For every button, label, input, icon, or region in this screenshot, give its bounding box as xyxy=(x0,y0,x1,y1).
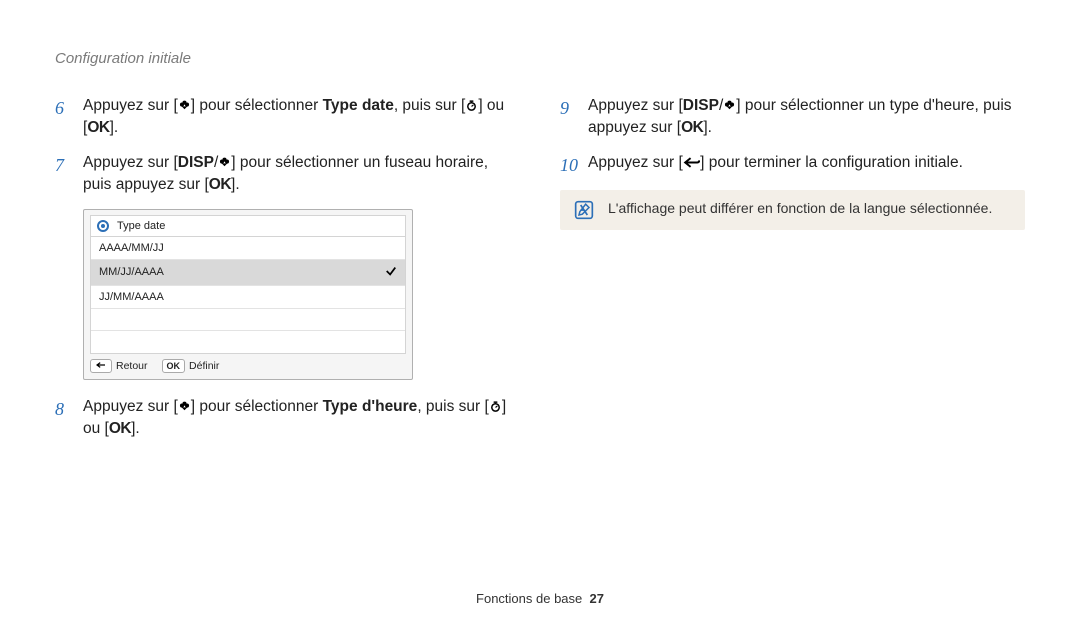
check-icon xyxy=(385,265,397,280)
timer-icon xyxy=(489,400,502,414)
disp-icon: DISP xyxy=(178,154,214,171)
step-text: Appuyez sur [DISP/] pour sélectionner un… xyxy=(83,152,520,197)
step-text: Appuyez sur [] pour sélectionner Type da… xyxy=(83,95,520,140)
step-text: Appuyez sur [] pour sélectionner Type d'… xyxy=(83,396,520,441)
right-column: 9 Appuyez sur [DISP/] pour sélectionner … xyxy=(560,95,1025,453)
left-column: 6 Appuyez sur [] pour sélectionner Type … xyxy=(55,95,520,453)
gear-icon xyxy=(97,220,109,232)
page-footer: Fonctions de base 27 xyxy=(0,591,1080,606)
ok-icon: OK xyxy=(109,420,131,437)
disp-icon: DISP xyxy=(683,97,719,114)
note-text: L'affichage peut différer en fonction de… xyxy=(608,200,992,216)
flower-down-icon xyxy=(218,156,231,170)
flower-down-icon xyxy=(178,400,191,414)
info-note-icon xyxy=(574,200,594,220)
ok-icon: OK xyxy=(87,119,109,136)
timer-icon xyxy=(465,99,478,113)
menu-row-selected: MM/JJ/AAAA xyxy=(91,260,405,286)
menu-row: JJ/MM/AAAA xyxy=(91,286,405,309)
camera-menu-screenshot: Type date AAAA/MM/JJ MM/JJ/AAAA JJ/MM/AA… xyxy=(83,209,413,380)
menu-title-row: Type date xyxy=(90,215,406,236)
ok-pill-icon: OK xyxy=(162,359,186,373)
ok-icon: OK xyxy=(209,176,231,193)
page-header: Configuration initiale xyxy=(55,50,1025,67)
back-arrow-icon xyxy=(90,359,112,373)
step-number: 9 xyxy=(560,95,582,121)
footer-page-number: 27 xyxy=(590,591,604,606)
step-number: 10 xyxy=(560,152,582,178)
step-number: 8 xyxy=(55,396,77,422)
note-box: L'affichage peut différer en fonction de… xyxy=(560,190,1025,230)
menu-row xyxy=(91,331,405,353)
step-number: 7 xyxy=(55,152,77,178)
menu-title: Type date xyxy=(117,220,165,232)
menu-row xyxy=(91,309,405,331)
set-hint: OK Définir xyxy=(162,359,220,373)
content-columns: 6 Appuyez sur [] pour sélectionner Type … xyxy=(55,95,1025,453)
step-7: 7 Appuyez sur [DISP/] pour sélectionner … xyxy=(55,152,520,197)
step-6: 6 Appuyez sur [] pour sélectionner Type … xyxy=(55,95,520,140)
menu-list: AAAA/MM/JJ MM/JJ/AAAA JJ/MM/AAAA xyxy=(90,236,406,354)
step-text: Appuyez sur [DISP/] pour sélectionner un… xyxy=(588,95,1025,140)
step-10: 10 Appuyez sur [] pour terminer la confi… xyxy=(560,152,1025,178)
footer-section: Fonctions de base xyxy=(476,591,582,606)
menu-footer: Retour OK Définir xyxy=(84,354,412,379)
menu-row: AAAA/MM/JJ xyxy=(91,237,405,260)
ok-icon: OK xyxy=(681,119,703,136)
back-hint: Retour xyxy=(90,359,148,373)
flower-down-icon xyxy=(178,99,191,113)
back-arrow-icon xyxy=(683,156,700,170)
step-9: 9 Appuyez sur [DISP/] pour sélectionner … xyxy=(560,95,1025,140)
step-8: 8 Appuyez sur [] pour sélectionner Type … xyxy=(55,396,520,441)
step-text: Appuyez sur [] pour terminer la configur… xyxy=(588,152,1025,174)
step-number: 6 xyxy=(55,95,77,121)
flower-down-icon xyxy=(723,99,736,113)
